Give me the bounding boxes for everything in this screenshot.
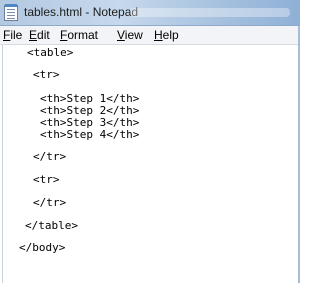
code-line: <tr>: [33, 68, 60, 81]
menu-help[interactable]: Help: [154, 28, 179, 42]
code-line: </table>: [25, 219, 78, 232]
blurred-title-area: [130, 8, 290, 17]
code-line: </body>: [19, 241, 66, 254]
window-title: tables.html - Notepad: [24, 5, 139, 19]
code-line: <th>Step 4</th>: [40, 128, 140, 141]
code-line: </tr>: [33, 150, 67, 163]
menu-format[interactable]: Format: [60, 28, 98, 42]
code-line: </tr>: [33, 196, 67, 209]
menu-edit[interactable]: Edit: [29, 28, 50, 42]
title-bar[interactable]: tables.html - Notepad: [0, 0, 300, 26]
menu-view[interactable]: View: [117, 28, 143, 42]
text-editor[interactable]: <table> <tr> <th>Step 1</th> <th>Step 2<…: [2, 45, 298, 283]
notepad-icon: [4, 4, 18, 21]
menu-bar: File Edit Format View Help: [0, 26, 300, 45]
code-line: <tr>: [33, 173, 60, 186]
window-border: [298, 26, 300, 283]
code-line: <table>: [27, 46, 74, 59]
menu-file[interactable]: File: [3, 28, 22, 42]
notepad-window: tables.html - Notepad File Edit Format V…: [0, 0, 300, 283]
